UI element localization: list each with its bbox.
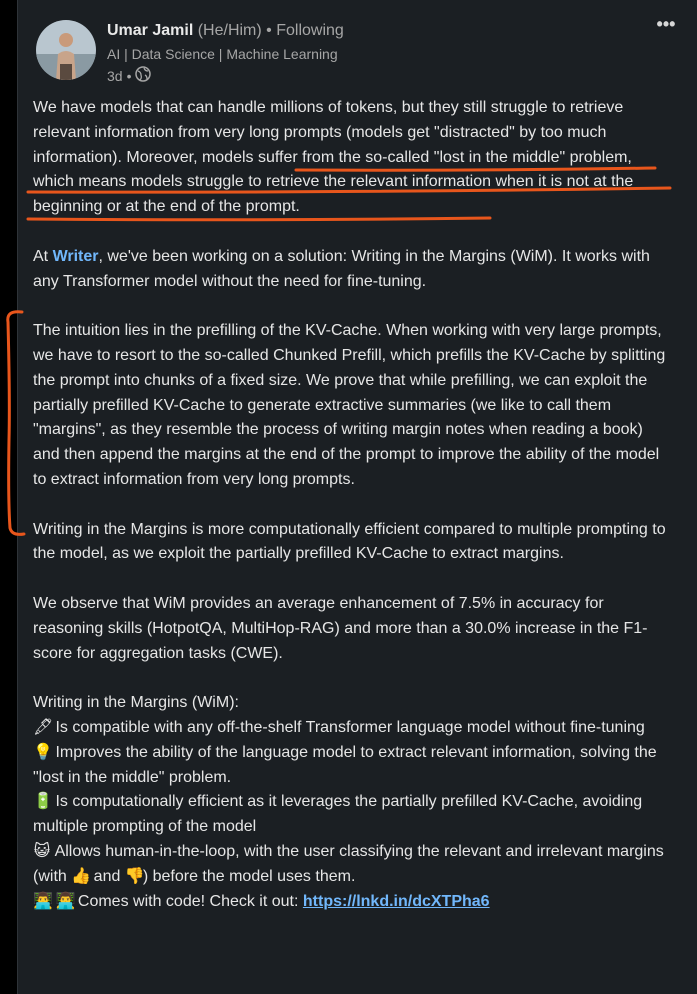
thumbs-up-icon: 👍 bbox=[71, 867, 92, 885]
writer-mention-link[interactable]: Writer bbox=[53, 248, 99, 265]
technologist-icon: 👨‍💻 bbox=[33, 892, 53, 910]
list-title: Writing in the Margins (WiM): bbox=[33, 694, 239, 712]
code-link[interactable]: https://lnkd.in/dcXTPha6 bbox=[303, 893, 490, 910]
list-item-efficient: 🔋 Is computationally efficient as it lev… bbox=[33, 790, 673, 840]
author-name-line: Umar Jamil (He/Him) • Following bbox=[107, 22, 344, 40]
post-timestamp[interactable]: 3d bbox=[107, 68, 123, 84]
more-options-icon[interactable]: ••• bbox=[656, 15, 676, 34]
meta-separator: • bbox=[126, 67, 132, 84]
paragraph-intro: We have models that can handle millions … bbox=[33, 96, 673, 220]
post-body: We have models that can handle millions … bbox=[33, 96, 673, 914]
item-text: Improves the ability of the language mod… bbox=[33, 743, 657, 786]
author-avatar[interactable] bbox=[36, 20, 96, 80]
item-text: Is compatible with any off-the-shelf Tra… bbox=[51, 718, 645, 736]
paragraph-efficiency: Writing in the Margins is more computati… bbox=[33, 520, 666, 563]
list-item-compatible: 🖋 Is compatible with any off-the-shelf T… bbox=[33, 716, 673, 741]
paragraph-intuition: The intuition lies in the prefilling of … bbox=[33, 322, 666, 488]
writer-prefix: At bbox=[33, 247, 53, 265]
item-text: Comes with code! Check it out: bbox=[73, 892, 303, 910]
lightbulb-icon: 💡 bbox=[33, 743, 53, 761]
globe-icon bbox=[135, 66, 152, 85]
author-name[interactable]: Umar Jamil bbox=[107, 22, 193, 39]
battery-icon: 🔋 bbox=[33, 793, 53, 811]
technologist-icon: 👨‍💻 bbox=[55, 892, 76, 910]
item-text: ) before the model uses them. bbox=[142, 867, 356, 885]
list-item-human-loop: 😺 Allows human-in-the-loop, with the use… bbox=[33, 840, 673, 890]
cat-icon: 😺 bbox=[33, 842, 51, 860]
avatar-photo bbox=[36, 20, 96, 80]
author-headline: AI | Data Science | Machine Learning bbox=[107, 46, 338, 62]
paragraph-results: We observe that WiM provides an average … bbox=[33, 594, 648, 662]
thumbs-down-icon: 👎 bbox=[124, 867, 145, 885]
follow-status[interactable]: Following bbox=[276, 22, 344, 39]
author-pronouns: (He/Him) bbox=[197, 22, 262, 39]
item-text: and bbox=[89, 867, 125, 885]
pen-icon: 🖋 bbox=[33, 718, 54, 736]
writer-text: , we've been working on a solution: Writ… bbox=[33, 247, 650, 290]
list-item-code: 👨‍💻 👨‍💻 Comes with code! Check it out: h… bbox=[33, 890, 673, 915]
post-meta: 3d • bbox=[107, 66, 152, 85]
name-separator: • bbox=[266, 22, 272, 39]
paragraph-writer: At Writer, we've been working on a solut… bbox=[33, 245, 673, 295]
item-text: Is computationally efficient as it lever… bbox=[33, 793, 643, 836]
list-item-improves: 💡 Improves the ability of the language m… bbox=[33, 741, 673, 791]
